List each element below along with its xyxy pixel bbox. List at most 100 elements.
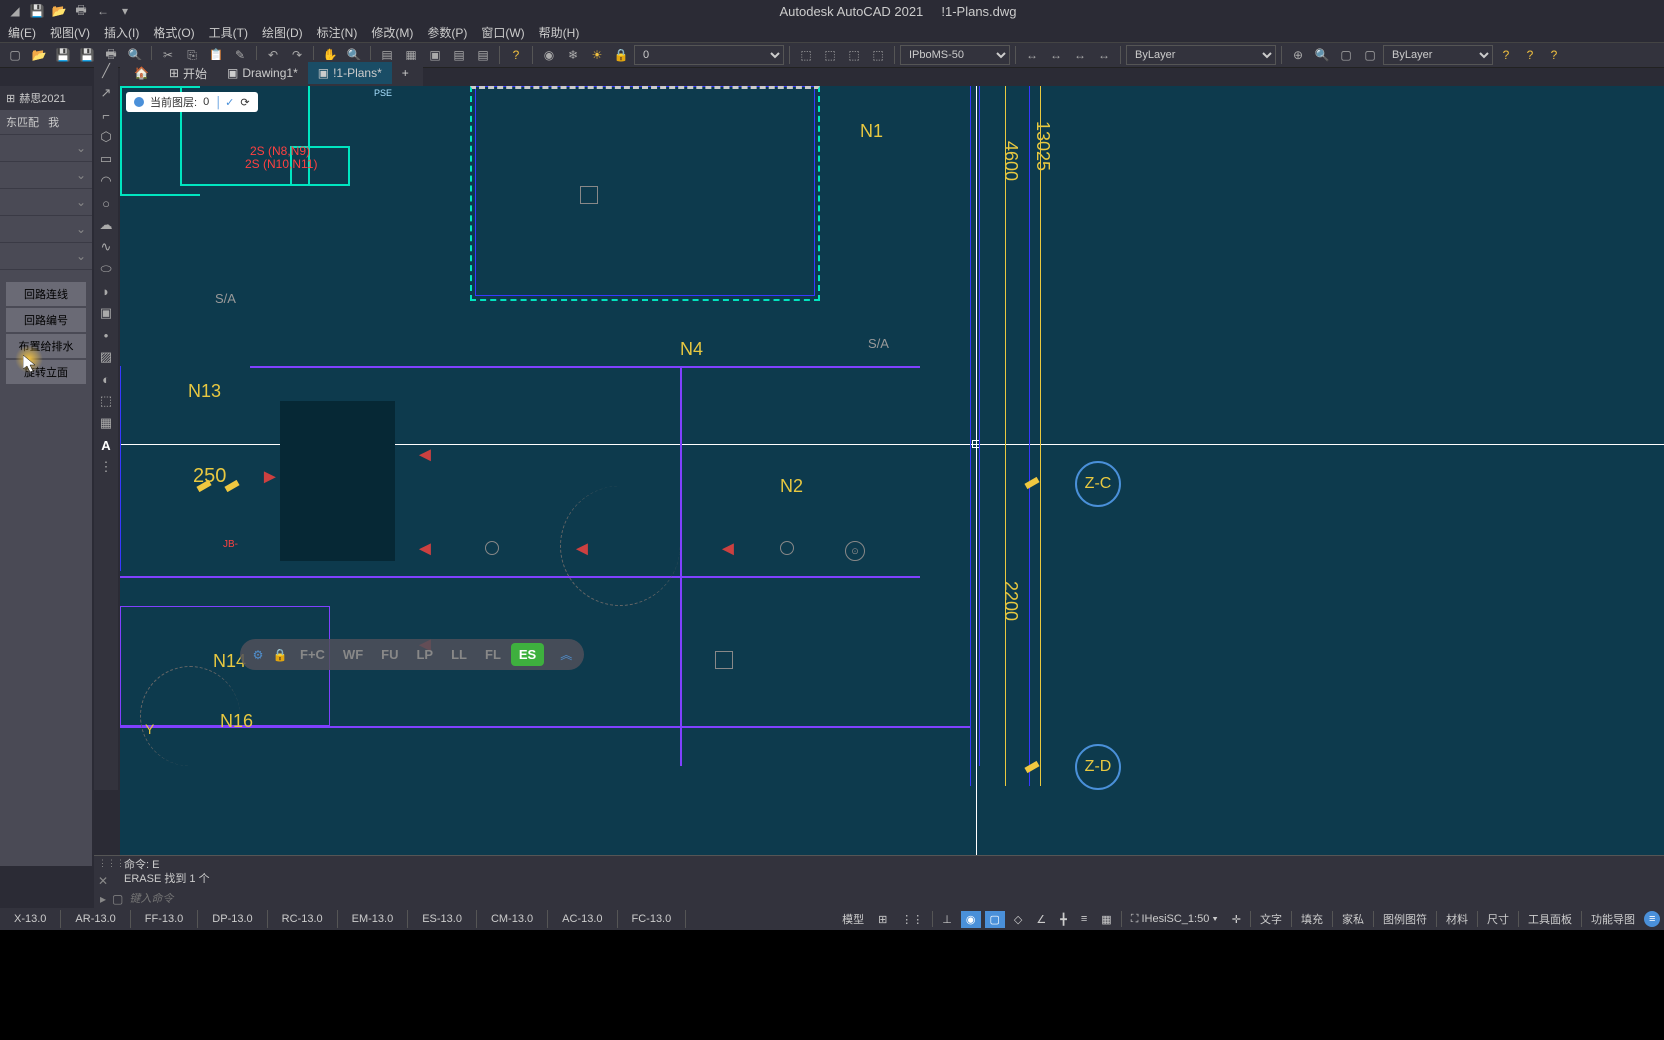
status-furniture[interactable]: 家私 bbox=[1337, 909, 1369, 929]
status-toolpanel[interactable]: 工具面板 bbox=[1523, 909, 1577, 929]
polar-icon[interactable]: ◉ bbox=[961, 911, 981, 928]
freeze-icon[interactable]: ❄ bbox=[562, 44, 584, 66]
layout-tab[interactable]: DP-13.0 bbox=[198, 910, 267, 928]
model-button[interactable]: 模型 bbox=[837, 909, 869, 929]
ellipse-icon[interactable]: ⬭ bbox=[96, 260, 116, 278]
layout-tab[interactable]: RC-13.0 bbox=[268, 910, 338, 928]
gradient-icon[interactable]: ◐ bbox=[96, 370, 116, 388]
help2-icon[interactable]: ? bbox=[1495, 44, 1517, 66]
layout-tab[interactable]: AC-13.0 bbox=[548, 910, 617, 928]
layer-mgr-icon[interactable]: ⬚ bbox=[795, 44, 817, 66]
polygon-icon[interactable]: ⬡ bbox=[96, 128, 116, 146]
palette-section[interactable]: ⌄ bbox=[0, 135, 92, 162]
menu-parametric[interactable]: 参数(P) bbox=[427, 24, 467, 41]
circuit-number-button[interactable]: 回路编号 bbox=[6, 308, 86, 332]
layout-tab[interactable]: FC-13.0 bbox=[618, 910, 687, 928]
transparency-icon[interactable]: ▦ bbox=[1096, 911, 1116, 928]
menu-tools[interactable]: 工具(T) bbox=[209, 24, 248, 41]
layer-states-icon[interactable]: ⬚ bbox=[843, 44, 865, 66]
calc-icon[interactable]: ▤ bbox=[472, 44, 494, 66]
filter-fl[interactable]: FL bbox=[477, 643, 509, 666]
layout-tab[interactable]: ES-13.0 bbox=[408, 910, 477, 928]
filter-es[interactable]: ES bbox=[511, 643, 544, 666]
circle-icon[interactable]: ○ bbox=[96, 194, 116, 212]
plumbing-button[interactable]: 布置给排水 bbox=[6, 334, 86, 358]
cmd-icon[interactable]: ▢ bbox=[112, 892, 123, 906]
menu-insert[interactable]: 插入(I) bbox=[104, 24, 139, 41]
bylayer-select[interactable]: ByLayer bbox=[1126, 45, 1276, 65]
chevron-up-icon[interactable]: ︽ bbox=[556, 645, 576, 665]
gear-icon[interactable]: ⚙ bbox=[248, 645, 268, 665]
palette-section[interactable]: ⌄ bbox=[0, 243, 92, 270]
print-icon[interactable]: 🖶 bbox=[72, 2, 90, 20]
status-text[interactable]: 文字 bbox=[1255, 909, 1287, 929]
arc-icon[interactable]: ◠ bbox=[96, 172, 116, 190]
menu-window[interactable]: 窗口(W) bbox=[481, 24, 524, 41]
undo-icon[interactable]: ← bbox=[94, 2, 112, 20]
spline-icon[interactable]: ∿ bbox=[96, 238, 116, 256]
menu-edit[interactable]: 编(E) bbox=[8, 24, 36, 41]
status-material[interactable]: 材料 bbox=[1441, 909, 1473, 929]
layer-icon[interactable]: ◉ bbox=[538, 44, 560, 66]
status-nav[interactable]: 功能导图 bbox=[1586, 909, 1640, 929]
menu-help[interactable]: 帮助(H) bbox=[539, 24, 580, 41]
menu-draw[interactable]: 绘图(D) bbox=[262, 24, 303, 41]
layer-select[interactable]: 0 bbox=[634, 45, 784, 65]
customize-icon[interactable]: ≡ bbox=[1644, 911, 1660, 927]
revcloud-icon[interactable]: ☁ bbox=[96, 216, 116, 234]
filter-lp[interactable]: LP bbox=[408, 643, 441, 666]
drawing1-tab[interactable]: ▣ Drawing1* bbox=[217, 62, 308, 84]
status-dimension[interactable]: 尺寸 bbox=[1482, 909, 1514, 929]
ortho-icon[interactable]: ⊥ bbox=[937, 911, 957, 928]
polyline-icon[interactable]: ⌐ bbox=[96, 106, 116, 124]
open-icon[interactable]: 📂 bbox=[50, 2, 68, 20]
sun-icon[interactable]: ☀ bbox=[586, 44, 608, 66]
layout-tab[interactable]: EM-13.0 bbox=[338, 910, 409, 928]
annotation-scale[interactable]: ⛶ IHesiSC_1:50 ▾ bbox=[1126, 911, 1223, 928]
cloud-icon[interactable]: ? bbox=[1543, 44, 1565, 66]
zoom-ext-icon[interactable]: ⊕ bbox=[1287, 44, 1309, 66]
help-icon[interactable]: ? bbox=[505, 44, 527, 66]
dim4-icon[interactable]: ↔ bbox=[1093, 44, 1115, 66]
filter-fc[interactable]: F+C bbox=[292, 643, 333, 666]
info-icon[interactable]: ? bbox=[1519, 44, 1541, 66]
filter-fu[interactable]: FU bbox=[373, 643, 406, 666]
line-icon[interactable]: ╱ bbox=[96, 62, 116, 80]
close-icon[interactable]: ✕ bbox=[98, 874, 108, 888]
palette-section[interactable]: ⌄ bbox=[0, 189, 92, 216]
3dosnap-icon[interactable]: ◇ bbox=[1009, 911, 1027, 928]
annoscale-icon[interactable]: ✛ bbox=[1227, 911, 1246, 928]
lock-icon[interactable]: 🔒 bbox=[270, 645, 290, 665]
dim2-icon[interactable]: ↔ bbox=[1045, 44, 1067, 66]
snap-icon[interactable]: ⋮⋮ bbox=[896, 911, 928, 928]
filter-wf[interactable]: WF bbox=[335, 643, 371, 666]
lock-icon[interactable]: 🔒 bbox=[610, 44, 632, 66]
grip-icon[interactable]: ⋮⋮⋮ bbox=[98, 858, 125, 869]
command-input[interactable] bbox=[129, 893, 1658, 905]
app-icon[interactable]: ◢ bbox=[6, 2, 24, 20]
layout-tab[interactable]: CM-13.0 bbox=[477, 910, 548, 928]
dim-icon[interactable]: ↔ bbox=[1021, 44, 1043, 66]
open-icon[interactable]: 📂 bbox=[28, 44, 50, 66]
zoom-obj-icon[interactable]: ▢ bbox=[1359, 44, 1381, 66]
rotate-elevation-button[interactable]: 旋转立面 bbox=[6, 360, 86, 384]
palette-section[interactable]: ⌄ bbox=[0, 162, 92, 189]
dim3-icon[interactable]: ↔ bbox=[1069, 44, 1091, 66]
zoom-win-icon[interactable]: 🔍 bbox=[1311, 44, 1333, 66]
zoom-all-icon[interactable]: ▢ bbox=[1335, 44, 1357, 66]
menu-view[interactable]: 视图(V) bbox=[50, 24, 90, 41]
redo-icon[interactable]: ▾ bbox=[116, 2, 134, 20]
layer-prev-icon[interactable]: ⬚ bbox=[819, 44, 841, 66]
region-icon[interactable]: ⬚ bbox=[96, 392, 116, 410]
circuit-link-button[interactable]: 回路连线 bbox=[6, 282, 86, 306]
palette-section[interactable]: ⌄ bbox=[0, 216, 92, 243]
start-tab[interactable]: ⊞ 开始 bbox=[159, 61, 217, 86]
palette-header[interactable]: ⊞ 赫思2021 bbox=[0, 86, 92, 110]
dyn-icon[interactable]: ╋ bbox=[1055, 911, 1072, 928]
menu-modify[interactable]: 修改(M) bbox=[371, 24, 413, 41]
grid-icon[interactable]: ⊞ bbox=[873, 911, 892, 928]
home-tab[interactable]: 🏠 bbox=[124, 62, 159, 84]
menu-dimension[interactable]: 标注(N) bbox=[317, 24, 358, 41]
chevron-right-icon[interactable]: ▸ bbox=[100, 892, 106, 906]
layer-iso-icon[interactable]: ⬚ bbox=[867, 44, 889, 66]
